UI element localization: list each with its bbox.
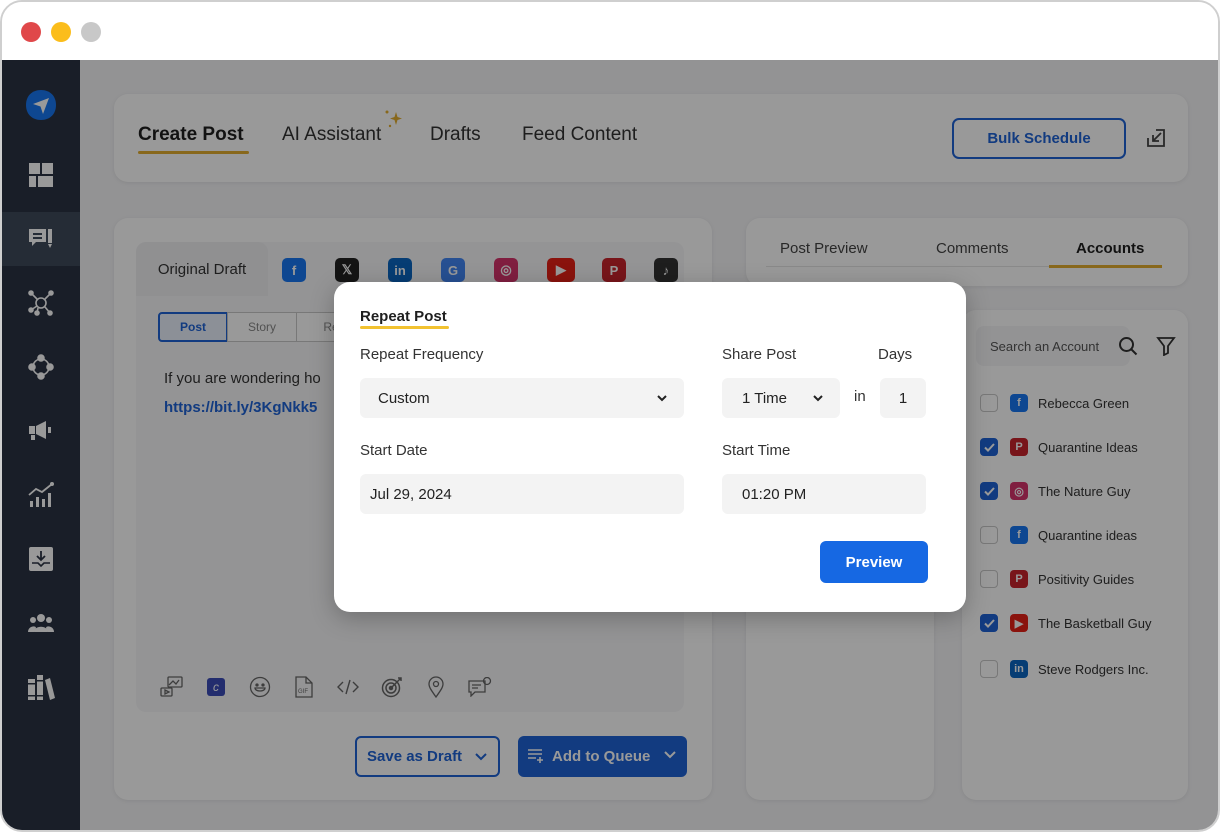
minimize-window-button[interactable] <box>51 22 71 42</box>
modal-title-underline <box>360 326 449 329</box>
days-label: Days <box>878 346 913 363</box>
start-date-label: Start Date <box>360 442 428 459</box>
repeat-frequency-label: Repeat Frequency <box>360 346 484 363</box>
title-bar <box>2 2 1218 60</box>
share-post-select[interactable]: 1 Time <box>722 378 840 418</box>
app-window: Create Post AI Assistant Drafts Feed Con… <box>0 0 1220 832</box>
modal-title: Repeat Post <box>360 308 447 325</box>
preview-button[interactable]: Preview <box>820 541 928 583</box>
repeat-frequency-value: Custom <box>378 389 430 407</box>
repeat-post-modal: Repeat Post Repeat Frequency Custom Shar… <box>334 282 966 612</box>
start-date-input[interactable]: Jul 29, 2024 <box>360 474 684 514</box>
share-post-value: 1 Time <box>742 389 788 407</box>
days-input[interactable]: 1 <box>880 378 926 418</box>
chevron-down-icon <box>813 395 823 402</box>
in-label: in <box>854 388 866 405</box>
repeat-frequency-select[interactable]: Custom <box>360 378 684 418</box>
start-time-input[interactable]: 01:20 PM <box>722 474 926 514</box>
chevron-down-icon <box>657 395 667 402</box>
start-time-label: Start Time <box>722 442 791 459</box>
close-window-button[interactable] <box>21 22 41 42</box>
maximize-window-button[interactable] <box>81 22 101 42</box>
share-post-label: Share Post <box>722 346 797 363</box>
